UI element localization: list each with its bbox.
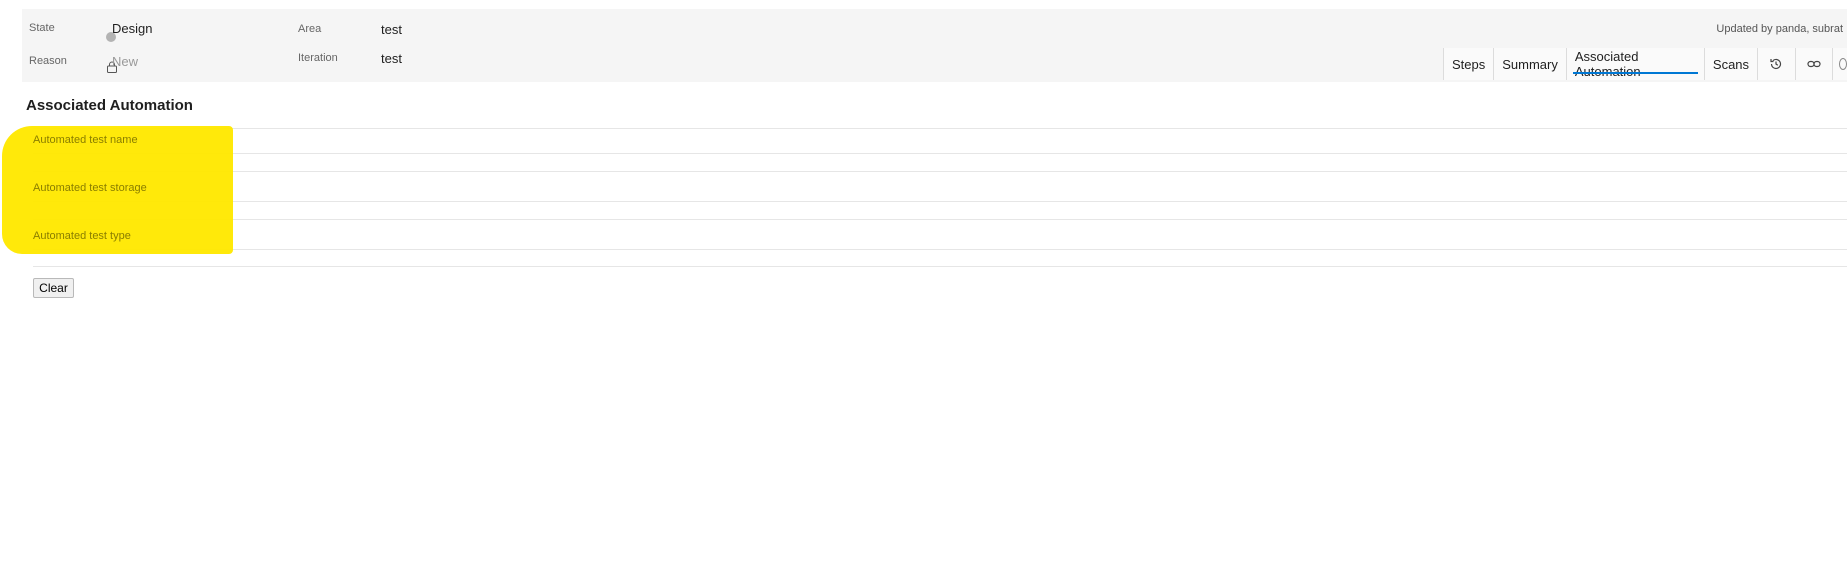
more-button[interactable]: [1832, 48, 1847, 80]
tab-bar: Steps Summary Associated Automation Scan…: [1443, 48, 1847, 80]
section-title: Associated Automation: [26, 97, 193, 114]
iteration-value[interactable]: test: [381, 51, 402, 66]
tab-associated-automation[interactable]: Associated Automation: [1566, 48, 1705, 80]
automated-test-name-field[interactable]: [33, 130, 1847, 152]
automated-test-type-label: Automated test type: [33, 230, 131, 242]
reason-value: New: [112, 54, 139, 69]
history-icon: [1770, 58, 1782, 70]
iteration-label: Iteration: [298, 52, 338, 64]
automated-test-type-field[interactable]: [33, 224, 1847, 246]
state-label: State: [29, 22, 55, 34]
automated-test-storage-label: Automated test storage: [33, 182, 147, 194]
tab-steps[interactable]: Steps: [1444, 48, 1495, 80]
automated-test-storage-field[interactable]: [33, 176, 1847, 198]
row-divider: [33, 128, 1847, 129]
row-divider: [33, 266, 1847, 267]
area-value[interactable]: test: [381, 22, 402, 37]
updated-by-text: Updated by panda, subrat: [1716, 23, 1843, 35]
tab-summary[interactable]: Summary: [1494, 48, 1567, 80]
history-button[interactable]: [1758, 48, 1796, 80]
row-divider: [33, 153, 1847, 154]
reason-label: Reason: [29, 55, 67, 67]
row-divider: [33, 249, 1847, 250]
link-icon: [1807, 60, 1821, 68]
automated-test-name-label: Automated test name: [33, 134, 138, 146]
tab-scans[interactable]: Scans: [1704, 48, 1759, 80]
more-icon: [1838, 58, 1847, 70]
row-divider: [33, 171, 1847, 172]
row-divider: [33, 201, 1847, 202]
area-label: Area: [298, 23, 322, 35]
clear-button[interactable]: Clear: [33, 278, 74, 298]
state-value[interactable]: Design: [112, 21, 152, 36]
row-divider: [33, 219, 1847, 220]
links-button[interactable]: [1795, 48, 1833, 80]
